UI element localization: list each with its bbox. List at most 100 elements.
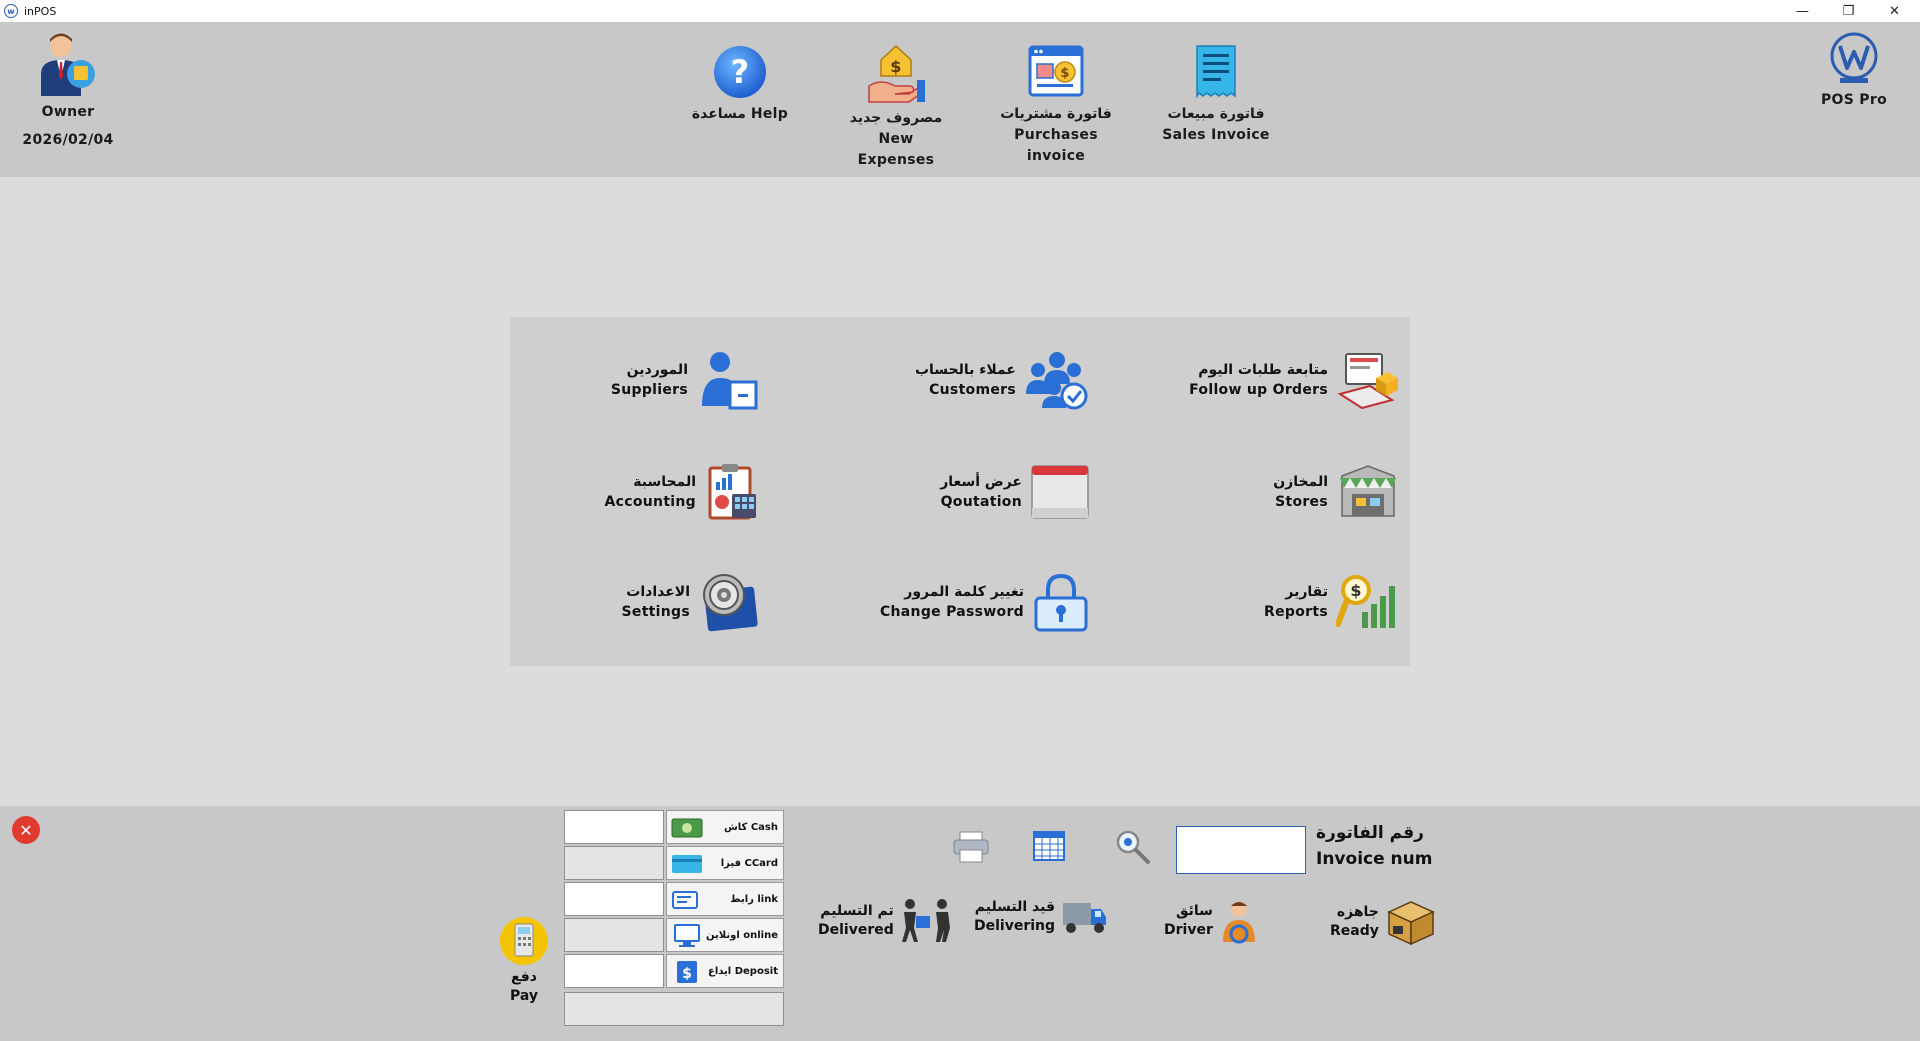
settings-gear-icon	[703, 574, 758, 632]
payment-total-field[interactable]	[564, 992, 784, 1026]
purchases-label-2: Purchases invoice	[1014, 127, 1098, 164]
status-driver[interactable]: سائق Driver	[1164, 898, 1259, 944]
help-label: مساعدة Help	[691, 106, 789, 122]
cash-amount-input[interactable]	[564, 810, 664, 844]
help-icon: ?	[714, 46, 766, 98]
restore-button[interactable]: ❐	[1826, 0, 1871, 22]
cash-button[interactable]: كاش Cash	[666, 810, 784, 844]
deposit-button[interactable]: $ ايداع Deposit	[666, 954, 784, 988]
owner-avatar-icon	[41, 33, 95, 96]
suppliers-ar: الموردين	[626, 362, 688, 378]
invoice-label-ar: رقم الفاتورة	[1316, 823, 1424, 843]
reports-en: Reports	[1264, 604, 1328, 620]
customers-ar: عملاء بالحساب	[914, 362, 1016, 378]
follow-up-orders-en: Follow up Orders	[1189, 382, 1328, 398]
pay-terminal-icon	[500, 917, 548, 965]
package-box-icon	[1387, 901, 1435, 946]
search-icon[interactable]	[1114, 828, 1152, 866]
delivered-en: Delivered	[818, 922, 894, 938]
payment-row-online: اونلاين online	[564, 918, 784, 952]
close-icon[interactable]: ✕	[12, 816, 40, 844]
cash-icon	[671, 818, 703, 838]
new-expenses-button[interactable]: $ مصروف جديد New Expenses	[830, 42, 962, 171]
link-amount-input[interactable]	[564, 882, 664, 916]
pay-label-ar: دفع	[511, 969, 537, 985]
user-info: Owner 2026/02/04	[18, 30, 118, 151]
delivered-ar: تم التسليم	[820, 903, 894, 919]
quotation-icon	[1031, 465, 1089, 519]
accounting-ar: المحاسبة	[633, 474, 696, 490]
calendar-grid-icon[interactable]	[1032, 830, 1066, 862]
deposit-amount-input[interactable]	[564, 954, 664, 988]
invoice-number-label: رقم الفاتورة Invoice num	[1316, 820, 1432, 872]
main-menu-panel: متابعة طلبات اليوم Follow up Orders عملا…	[510, 317, 1410, 666]
payment-row-cash: كاش Cash	[564, 810, 784, 844]
driver-ar: سائق	[1175, 903, 1213, 919]
sales-invoice-icon	[1196, 45, 1236, 99]
link-icon	[672, 891, 698, 909]
menu-customers[interactable]: عملاء بالحساب Customers	[840, 347, 1090, 413]
menu-follow-up-orders[interactable]: متابعة طلبات اليوم Follow up Orders	[1150, 347, 1400, 413]
deposit-label: ايداع Deposit	[708, 965, 778, 977]
status-ready[interactable]: جاهزه Ready	[1330, 898, 1435, 946]
settings-ar: الاعدادات	[626, 584, 690, 600]
link-button[interactable]: رابط link	[666, 882, 784, 916]
ccard-amount-input[interactable]	[564, 846, 664, 880]
change-password-ar: تغيير كلمة المرور	[904, 584, 1024, 600]
invoice-number-input[interactable]	[1176, 826, 1306, 874]
help-button[interactable]: ? مساعدة Help	[685, 44, 795, 125]
expenses-label-2: Expenses	[857, 152, 935, 168]
stores-en: Stores	[1275, 494, 1328, 510]
online-button[interactable]: اونلاين online	[666, 918, 784, 952]
svg-text:$: $	[682, 966, 692, 982]
title-bar: w inPOS — ❐ ✕	[0, 0, 1920, 22]
suppliers-icon	[702, 352, 758, 410]
status-delivering[interactable]: قيد التسليم Delivering	[974, 898, 1107, 936]
pay-label-en: Pay	[509, 988, 539, 1004]
lock-icon	[1034, 573, 1088, 632]
online-amount-input[interactable]	[564, 918, 664, 952]
ccard-button[interactable]: فيزا CCard	[666, 846, 784, 880]
accounting-en: Accounting	[604, 494, 696, 510]
minimize-button[interactable]: —	[1780, 0, 1825, 22]
top-toolbar: Owner 2026/02/04 ? مساعدة Help $ مصروف ج…	[0, 22, 1920, 177]
print-icon[interactable]	[952, 830, 990, 864]
menu-quotation[interactable]: عرض أسعار Qoutation	[840, 459, 1090, 525]
svg-text:?: ?	[731, 53, 750, 91]
settings-en: Settings	[621, 604, 690, 620]
status-delivered[interactable]: تم التسليم Delivered	[818, 898, 952, 944]
user-role: Owner	[41, 104, 95, 120]
customers-icon	[1026, 352, 1088, 410]
menu-accounting[interactable]: المحاسبة Accounting	[540, 459, 760, 525]
pay-button[interactable]: دفع Pay	[494, 916, 554, 1006]
delivered-icon	[901, 899, 950, 942]
purchases-label-1: فاتورة مشتريات	[1000, 106, 1112, 122]
menu-reports[interactable]: تقارير Reports $	[1150, 569, 1400, 635]
menu-change-password[interactable]: تغيير كلمة المرور Change Password	[840, 569, 1090, 635]
sales-label-1: فاتورة مبيعات	[1167, 106, 1265, 122]
reports-icon: $	[1336, 575, 1395, 628]
user-date: 2026/02/04	[22, 132, 114, 148]
close-window-button[interactable]: ✕	[1872, 0, 1917, 22]
payment-row-ccard: فيزا CCard	[564, 846, 784, 880]
link-label: رابط link	[730, 893, 778, 905]
ready-ar: جاهزه	[1336, 904, 1379, 920]
menu-suppliers[interactable]: الموردين Suppliers	[540, 347, 760, 413]
brand-name: POS Pro	[1820, 92, 1887, 108]
driver-icon	[1222, 901, 1255, 944]
menu-settings[interactable]: الاعدادات Settings	[540, 569, 760, 635]
stores-ar: المخازن	[1273, 474, 1328, 490]
purchases-invoice-button[interactable]: $ فاتورة مشتريات Purchases invoice	[986, 42, 1126, 167]
accounting-icon	[708, 464, 756, 520]
sales-invoice-button[interactable]: فاتورة مبيعات Sales Invoice	[1146, 42, 1286, 146]
quotation-en: Qoutation	[940, 494, 1022, 510]
online-label: اونلاين online	[706, 929, 778, 941]
svg-text:$: $	[890, 57, 901, 76]
ready-en: Ready	[1330, 923, 1379, 939]
brand-block: POS Pro	[1806, 30, 1902, 111]
stores-icon	[1340, 465, 1396, 517]
ccard-label: فيزا CCard	[720, 857, 778, 869]
menu-stores[interactable]: المخازن Stores	[1150, 459, 1400, 525]
window-title: inPOS	[24, 4, 57, 18]
delivering-ar: قيد التسليم	[974, 899, 1056, 915]
